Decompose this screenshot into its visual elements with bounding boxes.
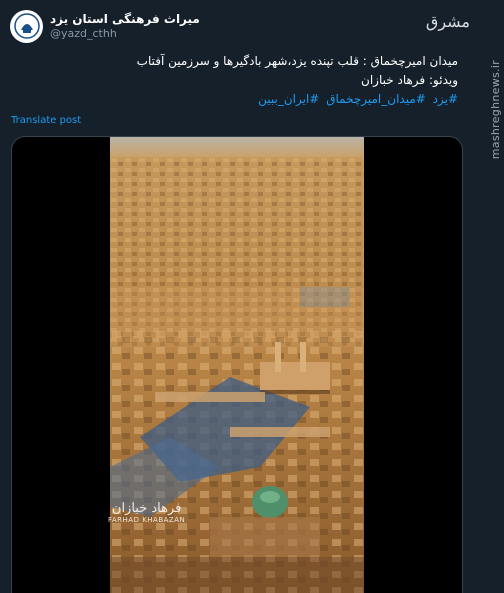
media-container[interactable]: فرهاد خبازان FARHAD KHABAZAN	[11, 136, 463, 593]
video-brand-text: FARHAD KHABAZAN	[108, 516, 186, 524]
avatar[interactable]	[10, 9, 43, 43]
yazd-heritage-logo-icon	[12, 12, 41, 40]
display-name[interactable]: میراث فرهنگی استان یزد	[50, 12, 200, 27]
aerial-city-image	[110, 137, 364, 593]
mashregh-logo: مشرق	[425, 12, 470, 31]
site-watermark: mashreghnews.ir	[489, 60, 502, 160]
tweet-header: میراث فرهنگی استان یزد @yazd_cthh	[10, 9, 200, 43]
tweet-line-credit: ویدئو: فرهاد خبازان	[361, 73, 458, 87]
video-watermark: فرهاد خبازان FARHAD KHABAZAN	[108, 501, 186, 524]
hashtag-link[interactable]: #میدان_امیرچخماق	[326, 92, 426, 106]
tweet-line-title: میدان امیرچخماق : قلب تپنده یزد،شهر بادگ…	[136, 54, 458, 68]
hashtag-link[interactable]: #یزد	[433, 92, 458, 106]
user-handle[interactable]: @yazd_cthh	[50, 27, 200, 41]
video-player[interactable]	[110, 137, 364, 593]
tweet-text: میدان امیرچخماق : قلب تپنده یزد،شهر بادگ…	[38, 52, 458, 109]
translate-post-link[interactable]: Translate post	[11, 115, 81, 126]
hashtag-link[interactable]: #ایران_ببین	[258, 92, 319, 106]
hashtag-list: #یزد #میدان_امیرچخماق #ایران_ببین	[38, 90, 458, 109]
